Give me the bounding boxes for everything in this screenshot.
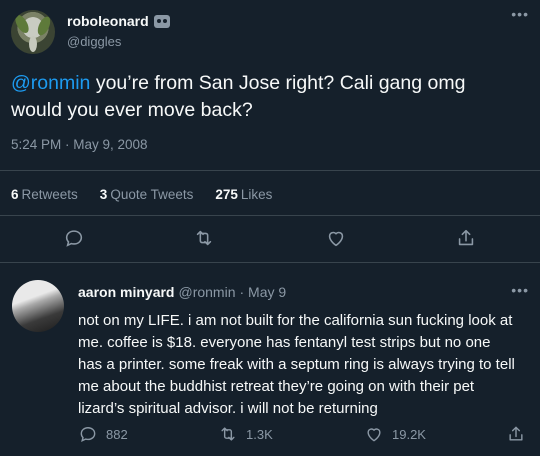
reply-like-action[interactable]: 19.2K: [364, 424, 426, 444]
tweet-text: @ronmin you’re from San Jose right? Cali…: [11, 70, 511, 124]
mention-link[interactable]: @ronmin: [11, 72, 90, 94]
author-avatar[interactable]: [11, 10, 55, 54]
reply-date[interactable]: · May 9: [240, 284, 287, 300]
share-icon[interactable]: [455, 227, 477, 249]
divider: [0, 262, 540, 263]
likes-stat[interactable]: 275 Likes: [215, 187, 272, 202]
retweet-count: 1.3K: [246, 426, 273, 442]
like-icon: [367, 428, 381, 442]
automated-account-icon: [153, 14, 170, 28]
reply-icon: [80, 427, 96, 442]
retweets-label: Retweets: [21, 187, 78, 202]
reply-icon[interactable]: [63, 227, 85, 249]
quote-tweets-stat[interactable]: 3 Quote Tweets: [100, 187, 194, 202]
reply-retweet-action[interactable]: 1.3K: [218, 424, 273, 444]
reply-author-avatar[interactable]: [12, 280, 64, 332]
tweet-timestamp[interactable]: 5:24 PM · May 9, 2008: [11, 137, 148, 152]
likes-label: Likes: [240, 187, 273, 202]
divider: [0, 215, 540, 216]
retweet-icon: [221, 427, 235, 441]
likes-count: 275: [215, 187, 238, 202]
quotes-count: 3: [99, 187, 108, 202]
reply-text: not on my LIFE. i am not built for the c…: [78, 312, 515, 417]
reply-author-handle[interactable]: @ronmin: [178, 284, 235, 300]
retweet-icon[interactable]: [193, 227, 215, 249]
tweet-stats: 6 Retweets 3 Quote Tweets 275 Likes: [11, 187, 272, 202]
reply-reply-action[interactable]: 882: [78, 424, 128, 444]
author-name-row[interactable]: roboleonard: [67, 13, 170, 29]
reply-more-options-icon[interactable]: •••: [511, 282, 529, 298]
share-icon: [509, 426, 523, 441]
reply-count: 882: [106, 426, 128, 442]
like-count: 19.2K: [392, 426, 426, 442]
author-handle[interactable]: @diggles: [67, 34, 121, 49]
more-options-icon[interactable]: •••: [511, 6, 529, 22]
author-display-name[interactable]: roboleonard: [67, 13, 149, 29]
reply-share-action[interactable]: [506, 424, 526, 444]
reply-header: aaron minyard @ronmin · May 9: [78, 284, 286, 300]
quotes-label: Quote Tweets: [110, 187, 194, 202]
retweets-count: 6: [11, 187, 19, 202]
reply-author-name[interactable]: aaron minyard: [78, 284, 174, 300]
divider: [0, 170, 540, 171]
like-icon[interactable]: [325, 227, 347, 249]
retweets-stat[interactable]: 6 Retweets: [11, 187, 78, 202]
